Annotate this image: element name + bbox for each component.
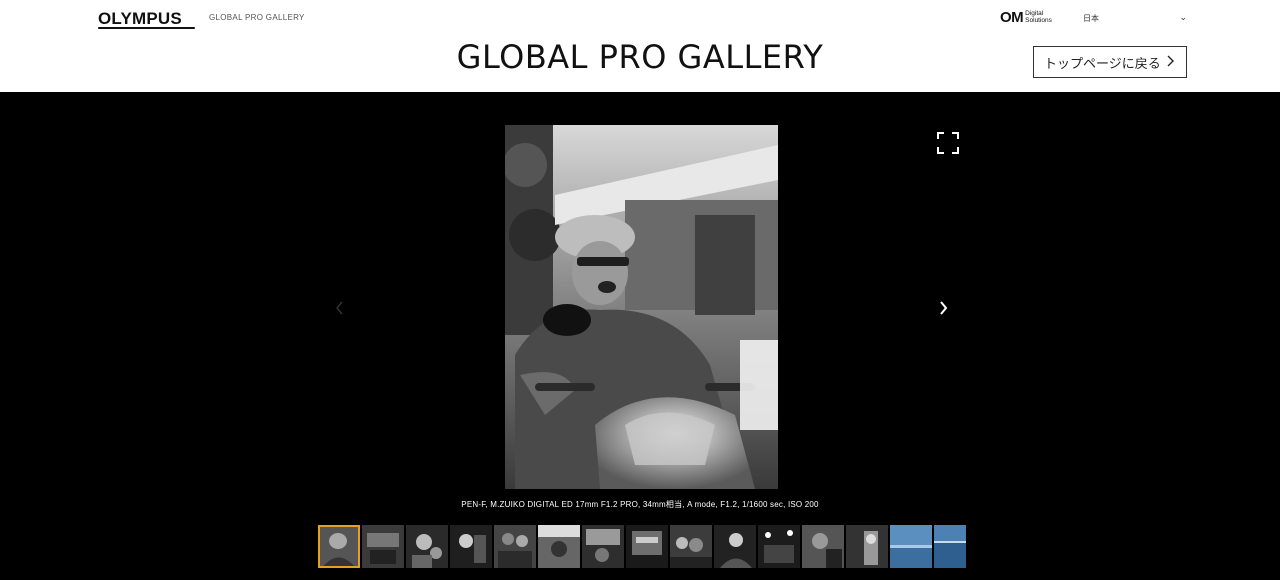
chevron-right-icon xyxy=(1167,54,1175,71)
thumbnail-6[interactable] xyxy=(538,525,580,568)
back-to-top-label: トップページに戻る xyxy=(1044,55,1161,71)
om-logo-line1: Digital xyxy=(1025,10,1044,17)
thumbnail-1[interactable] xyxy=(318,525,360,568)
chevron-left-icon xyxy=(332,301,348,322)
thumbnail-13[interactable] xyxy=(846,525,888,568)
photo-caption: PEN-F, M.ZUIKO DIGITAL ED 17mm F1.2 PRO,… xyxy=(461,500,819,509)
site-subtitle[interactable]: GLOBAL PRO GALLERY xyxy=(209,13,305,22)
thumbnail-8[interactable] xyxy=(626,525,668,568)
thumbnail-12[interactable] xyxy=(802,525,844,568)
thumbnail-2[interactable] xyxy=(362,525,404,568)
thumbnail-10[interactable] xyxy=(714,525,756,568)
chevron-right-icon xyxy=(936,301,952,322)
language-select[interactable]: 日本 ⌄ xyxy=(1083,11,1189,25)
previous-photo-button[interactable] xyxy=(332,298,348,318)
top-bar: OLYMPUS GLOBAL PRO GALLERY OM Digital So… xyxy=(0,0,1280,36)
next-photo-button[interactable] xyxy=(936,298,952,318)
thumbnail-5[interactable] xyxy=(494,525,536,568)
back-to-top-button[interactable]: トップページに戻る xyxy=(1033,46,1187,78)
om-logo-text: Digital Solutions xyxy=(1025,10,1052,24)
om-digital-solutions-logo[interactable]: OM Digital Solutions xyxy=(1000,8,1052,26)
thumbnail-3[interactable] xyxy=(406,525,448,568)
thumbnail-strip xyxy=(318,525,966,568)
gallery-viewer: PEN-F, M.ZUIKO DIGITAL ED 17mm F1.2 PRO,… xyxy=(0,92,1280,580)
olympus-logo[interactable]: OLYMPUS xyxy=(98,9,182,29)
om-logo-mark: OM xyxy=(1000,8,1024,26)
thumbnail-9[interactable] xyxy=(670,525,712,568)
thumbnail-4[interactable] xyxy=(450,525,492,568)
fullscreen-icon[interactable] xyxy=(937,132,959,154)
om-logo-line2: Solutions xyxy=(1025,17,1052,24)
thumbnail-15[interactable] xyxy=(934,525,966,568)
chevron-down-icon: ⌄ xyxy=(1179,12,1187,22)
thumbnail-14[interactable] xyxy=(890,525,932,568)
language-value: 日本 xyxy=(1083,14,1099,23)
thumbnail-11[interactable] xyxy=(758,525,800,568)
main-photo[interactable] xyxy=(505,125,778,489)
olympus-logo-swoosh xyxy=(98,27,195,29)
thumbnail-7[interactable] xyxy=(582,525,624,568)
